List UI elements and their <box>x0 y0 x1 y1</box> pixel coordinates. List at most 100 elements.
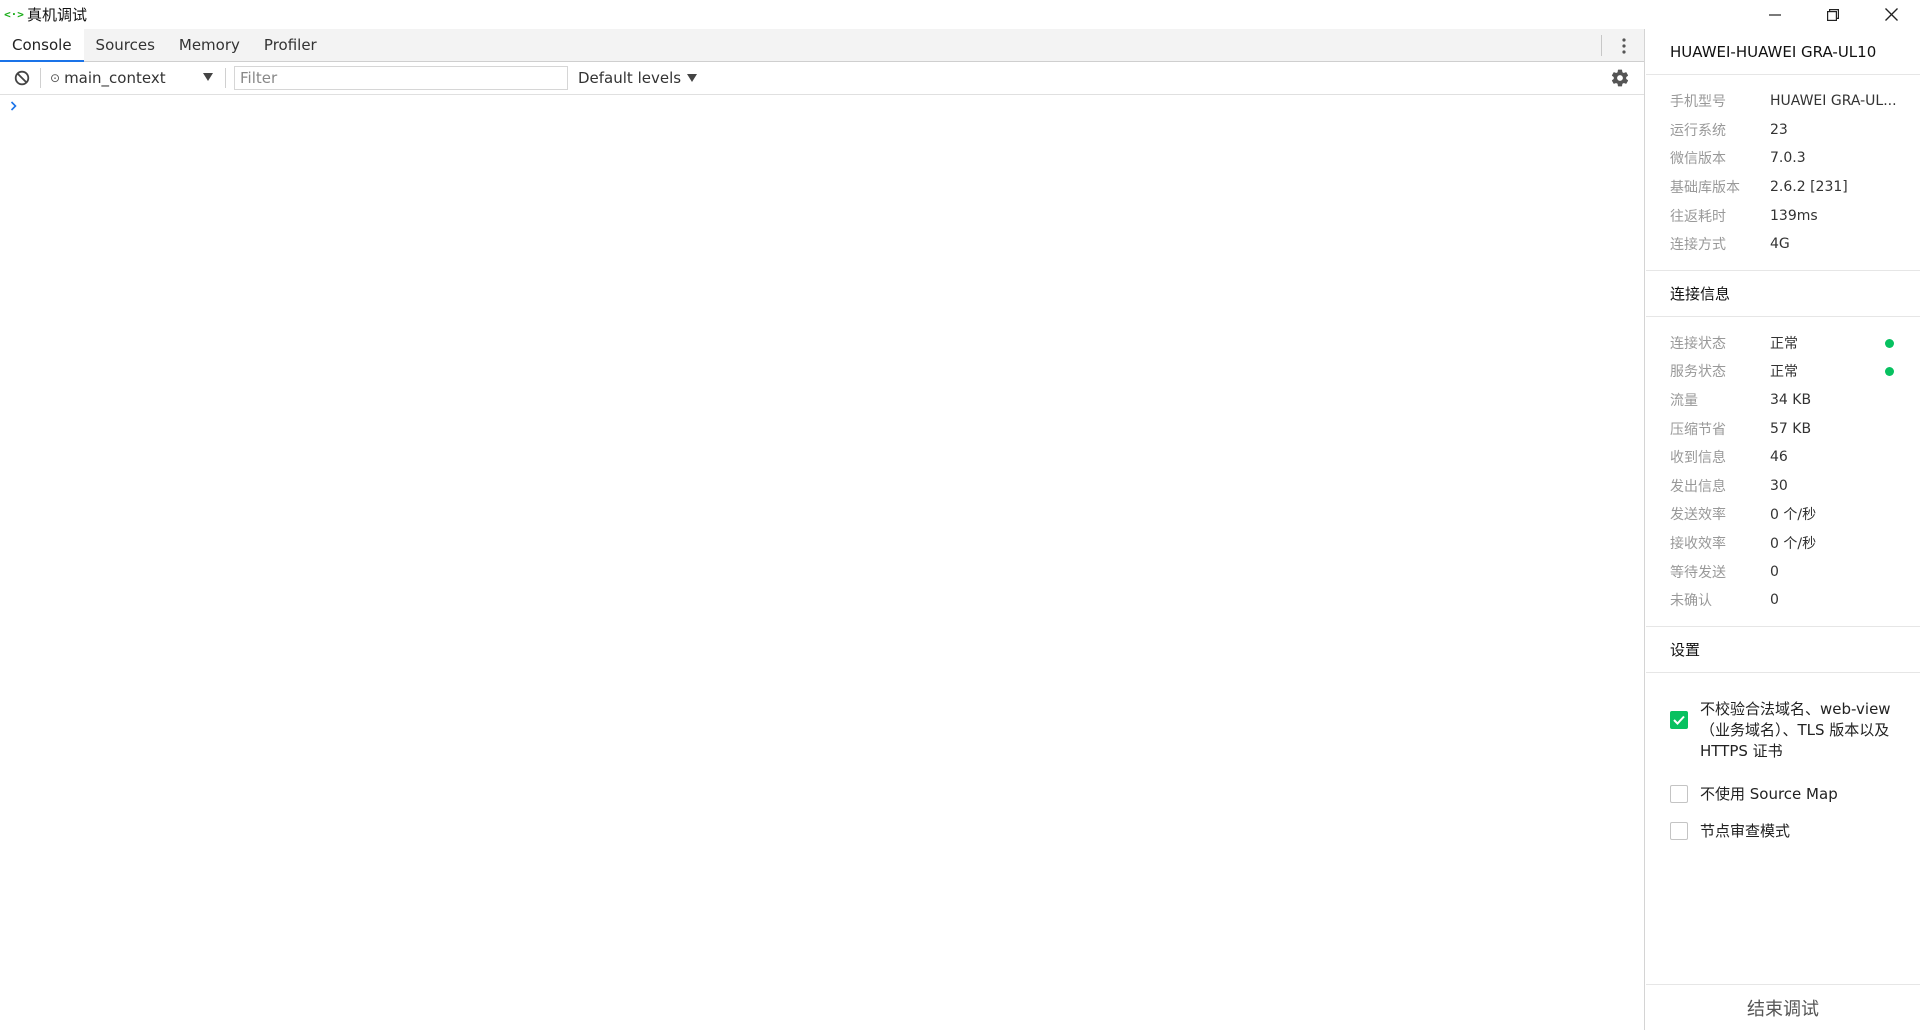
info-key: 流量 <box>1670 393 1698 410</box>
info-key: 接收效率 <box>1670 536 1726 553</box>
info-value: 139ms <box>1770 207 1818 224</box>
info-row: 基础库版本 2.6.2 [231] <box>1646 173 1920 202</box>
info-row: 发送效率 0 个/秒 <box>1646 500 1920 529</box>
setting-label: 节点审查模式 <box>1700 821 1791 840</box>
console-output[interactable] <box>0 95 1644 1028</box>
vertical-dots-icon <box>1622 37 1626 54</box>
clear-console-button[interactable] <box>10 66 34 90</box>
window-title: 真机调试 <box>27 6 88 24</box>
info-key: 等待发送 <box>1670 564 1726 581</box>
setting-label: 不使用 Source Map <box>1700 784 1838 803</box>
info-value: 34 KB <box>1770 392 1812 409</box>
info-value: 正常 <box>1770 364 1798 381</box>
tab-profiler[interactable]: Profiler <box>252 29 329 61</box>
checkbox-unchecked[interactable] <box>1670 784 1688 803</box>
setting-skip-domain-check[interactable]: 不校验合法域名、web-view（业务域名）、TLS 版本以及 HTTPS 证书 <box>1646 699 1920 762</box>
app-window: <·> 真机调试 Console Sources Memory Profiler… <box>0 0 1920 1030</box>
minimize-button[interactable] <box>1746 0 1804 29</box>
info-key: 手机型号 <box>1670 94 1726 111</box>
filter-input[interactable] <box>234 66 568 90</box>
block-icon <box>14 70 30 86</box>
gear-icon <box>1611 69 1629 87</box>
setting-label: 不校验合法域名、web-view（业务域名）、TLS 版本以及 HTTPS 证书 <box>1700 699 1891 760</box>
settings-heading: 设置 <box>1646 627 1920 673</box>
info-value: 0 个/秒 <box>1770 507 1817 524</box>
context-selector[interactable]: ⊙ main_context <box>47 65 219 91</box>
restore-button[interactable] <box>1804 0 1862 29</box>
info-key: 发出信息 <box>1670 478 1726 495</box>
info-row: 流量 34 KB <box>1646 386 1920 415</box>
toolbar-divider <box>40 68 41 88</box>
info-row: 连接状态 正常 <box>1646 329 1920 358</box>
chevron-right-icon <box>10 101 17 111</box>
setting-disable-source-map[interactable]: 不使用 Source Map <box>1646 784 1920 805</box>
context-label: main_context <box>64 69 166 87</box>
console-toolbar: ⊙ main_context Default levels <box>0 62 1644 95</box>
device-info-panel: HUAWEI-HUAWEI GRA-UL10 手机型号 HUAWEI GRA-UL… <box>1646 29 1920 1030</box>
info-value: 57 KB <box>1770 420 1812 437</box>
more-options-button[interactable] <box>1612 29 1636 62</box>
toolbar-divider <box>225 68 226 88</box>
info-key: 基础库版本 <box>1670 180 1740 197</box>
info-value: 正常 <box>1770 335 1798 352</box>
info-key: 连接状态 <box>1670 335 1726 352</box>
status-ok-indicator <box>1885 338 1894 348</box>
info-row: 发出信息 30 <box>1646 472 1920 501</box>
info-row: 往返耗时 139ms <box>1646 201 1920 230</box>
close-icon <box>1884 8 1898 21</box>
checkmark-icon <box>1673 715 1685 725</box>
info-key: 未确认 <box>1670 593 1712 610</box>
device-title: HUAWEI-HUAWEI GRA-UL10 <box>1646 29 1920 75</box>
info-row: 压缩节省 57 KB <box>1646 414 1920 443</box>
info-row: 服务状态 正常 <box>1646 357 1920 386</box>
info-key: 运行系统 <box>1670 122 1726 139</box>
info-value: HUAWEI GRA-UL... <box>1770 93 1897 110</box>
caret-down-icon <box>203 73 213 81</box>
info-key: 服务状态 <box>1670 364 1726 381</box>
info-row: 收到信息 46 <box>1646 443 1920 472</box>
info-value: 0 个/秒 <box>1770 536 1817 553</box>
setting-node-inspect-mode[interactable]: 节点审查模式 <box>1646 821 1920 842</box>
log-levels-dropdown[interactable]: Default levels <box>578 69 698 87</box>
code-brackets-icon: <·> <box>4 8 24 21</box>
info-value: 2.6.2 [231] <box>1770 179 1848 196</box>
console-settings-button[interactable] <box>1610 68 1630 88</box>
settings-list: 不校验合法域名、web-view（业务域名）、TLS 版本以及 HTTPS 证书… <box>1646 673 1920 842</box>
info-row: 接收效率 0 个/秒 <box>1646 529 1920 558</box>
info-value: 7.0.3 <box>1770 150 1806 167</box>
info-row: 运行系统 23 <box>1646 116 1920 145</box>
info-row: 未确认 0 <box>1646 586 1920 615</box>
info-value: 46 <box>1770 449 1788 466</box>
info-value: 23 <box>1770 121 1788 138</box>
end-debug-button[interactable]: 结束调试 <box>1646 984 1920 1030</box>
info-key: 往返耗时 <box>1670 208 1726 225</box>
context-icon: ⊙ <box>50 71 61 85</box>
tab-console[interactable]: Console <box>0 29 84 62</box>
log-levels-label: Default levels <box>578 69 682 87</box>
tab-bar-divider <box>1601 35 1602 56</box>
connection-heading: 连接信息 <box>1646 271 1920 317</box>
info-row: 微信版本 7.0.3 <box>1646 144 1920 173</box>
devtools-panel: Console Sources Memory Profiler ⊙ main_c… <box>0 29 1645 1030</box>
info-row: 连接方式 4G <box>1646 230 1920 259</box>
minimize-icon <box>1769 13 1781 16</box>
checkbox-unchecked[interactable] <box>1670 821 1688 840</box>
info-value: 0 <box>1770 592 1779 609</box>
info-value: 0 <box>1770 563 1779 580</box>
checkbox-checked[interactable] <box>1670 710 1688 729</box>
info-key: 压缩节省 <box>1670 421 1726 438</box>
info-value: 4G <box>1770 236 1790 253</box>
info-key: 发送效率 <box>1670 507 1726 524</box>
restore-icon <box>1827 8 1839 21</box>
window-controls <box>1746 0 1920 29</box>
tab-sources[interactable]: Sources <box>84 29 167 61</box>
title-bar: <·> 真机调试 <box>0 0 1920 29</box>
tab-memory[interactable]: Memory <box>167 29 252 61</box>
caret-down-icon <box>687 74 698 82</box>
info-value: 30 <box>1770 477 1788 494</box>
close-button[interactable] <box>1862 0 1920 29</box>
info-row: 手机型号 HUAWEI GRA-UL... <box>1646 87 1920 116</box>
info-key: 微信版本 <box>1670 151 1726 168</box>
info-row: 等待发送 0 <box>1646 557 1920 586</box>
info-key: 连接方式 <box>1670 237 1726 254</box>
